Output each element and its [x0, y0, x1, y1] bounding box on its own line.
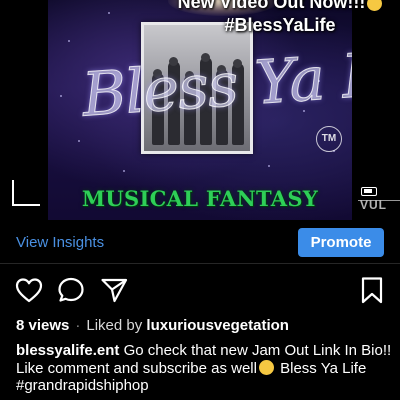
bless-ya-life-logo: Bless Ya Life	[79, 34, 352, 131]
share-icon[interactable]	[99, 275, 129, 305]
video-title: MUSICAL FANTASY	[81, 186, 319, 211]
view-count[interactable]: 8 views	[16, 317, 69, 334]
likes-line: 8 views · Liked by luxuriousvegetation	[16, 317, 289, 334]
promote-button[interactable]: Promote	[298, 228, 384, 257]
battery-icon	[361, 187, 377, 196]
post-caption: blessyalife.ent Go check that new Jam Ou…	[16, 342, 394, 395]
comment-icon[interactable]	[56, 275, 86, 305]
post-action-bar	[0, 275, 400, 309]
heart-icon[interactable]	[14, 275, 44, 305]
smiley-emoji-icon	[367, 0, 383, 11]
frame-corner-icon	[12, 180, 40, 206]
smiling-halo-emoji-icon	[258, 359, 274, 375]
caption-author[interactable]: blessyalife.ent	[16, 342, 119, 359]
liked-by-username[interactable]: luxuriousvegetation	[146, 317, 289, 334]
overlay-caption: New Video Out Now!!! #BlessYaLife	[160, 0, 400, 37]
view-insights-link[interactable]: View Insights	[16, 234, 104, 251]
watermark: VUL	[360, 198, 387, 212]
post-media[interactable]: Bless Ya Life TM MUSICAL FANTASY New Vid…	[0, 0, 400, 220]
liked-by-label: Liked by	[86, 317, 143, 334]
overlay-caption-line2: #BlessYaLife	[224, 15, 336, 35]
separator: ·	[75, 317, 81, 334]
bookmark-icon[interactable]	[357, 275, 387, 305]
overlay-caption-line1: New Video Out Now!!!	[177, 0, 366, 12]
trademark-mark: TM	[316, 126, 342, 152]
